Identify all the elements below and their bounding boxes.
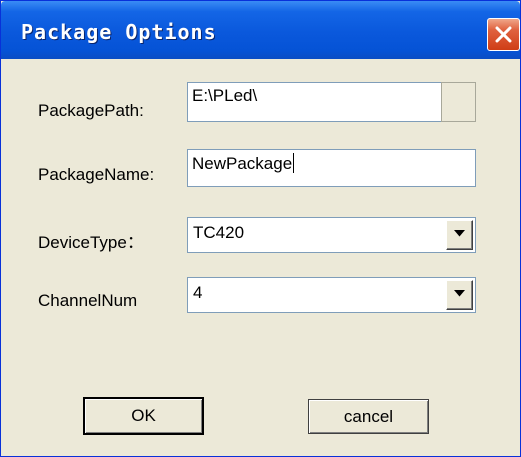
- channel-num-label: ChannelNum: [38, 291, 138, 310]
- package-path-label: PackagePath:: [38, 101, 144, 120]
- channel-num-select[interactable]: 4: [187, 277, 476, 313]
- dialog-title: Package Options: [21, 20, 217, 44]
- chevron-down-icon: [454, 290, 465, 297]
- device-type-label: DeviceType：: [38, 233, 144, 252]
- channel-num-value: 4: [193, 283, 203, 302]
- package-path-field[interactable]: E:\PLed\: [187, 82, 441, 122]
- device-type-value: TC420: [193, 223, 245, 242]
- title-bar[interactable]: Package Options: [1, 1, 520, 59]
- package-name-field[interactable]: NewPackage: [187, 149, 476, 187]
- channel-num-dropdown-button[interactable]: [446, 280, 473, 310]
- package-name-value: NewPackage: [192, 154, 293, 173]
- package-path-value: E:\PLed\: [192, 86, 258, 105]
- ok-button[interactable]: OK: [83, 397, 204, 435]
- dialog-body: PackagePath: E:\PLed\ PackageName: NewPa…: [1, 59, 520, 456]
- cancel-button[interactable]: cancel: [308, 399, 429, 434]
- package-name-label: PackageName:: [38, 165, 155, 184]
- text-caret: [293, 153, 295, 173]
- chevron-down-icon: [454, 230, 465, 237]
- device-type-select[interactable]: TC420: [187, 217, 476, 253]
- close-icon: [495, 26, 512, 43]
- browse-button[interactable]: [441, 82, 476, 122]
- device-type-dropdown-button[interactable]: [446, 220, 473, 250]
- package-options-dialog: Package Options PackagePath: E:\PLed\ Pa…: [0, 0, 521, 457]
- close-button[interactable]: [487, 18, 520, 51]
